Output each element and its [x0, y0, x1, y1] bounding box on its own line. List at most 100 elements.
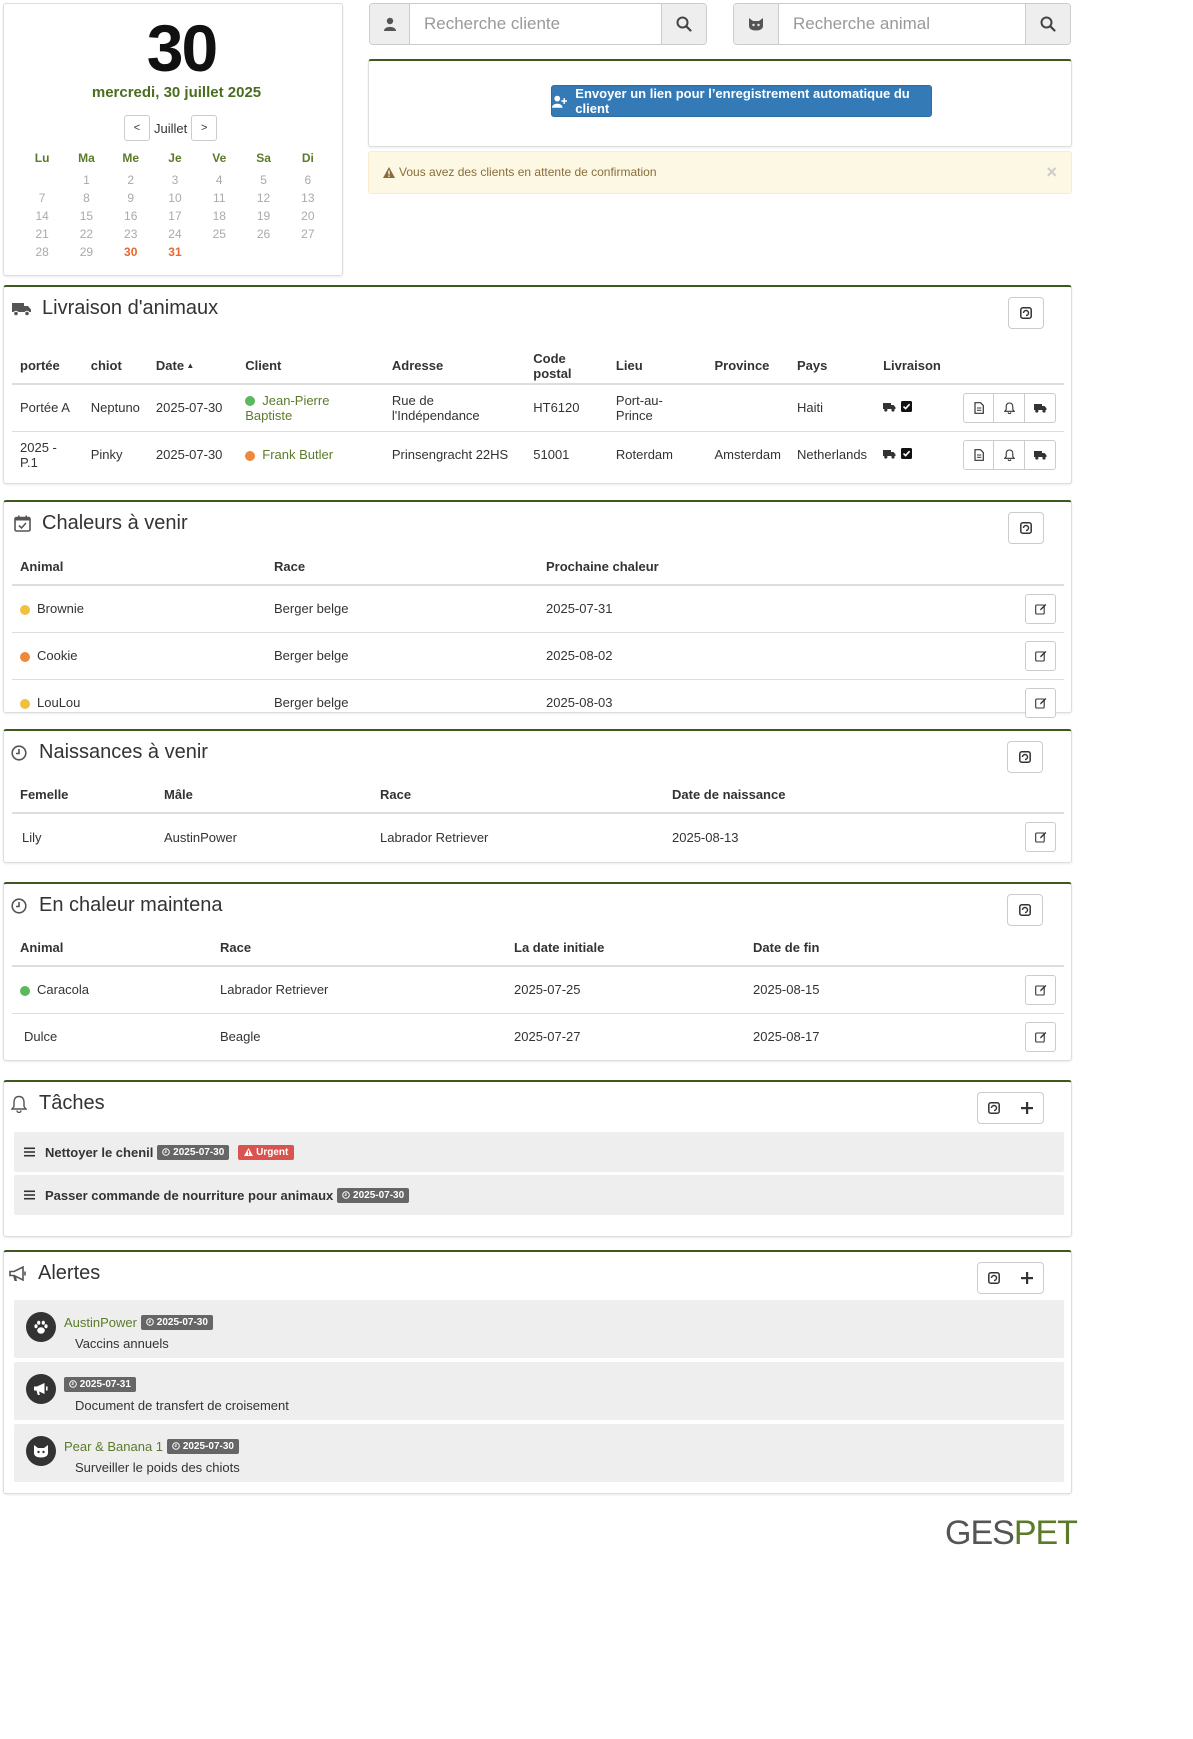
client-search-button[interactable]: [661, 4, 706, 44]
calendar-day[interactable]: 11: [197, 191, 241, 209]
in-heat-refresh-button[interactable]: [1007, 894, 1043, 926]
task-item[interactable]: Passer commande de nourriture pour anima…: [14, 1175, 1064, 1215]
calendar-day[interactable]: 29: [64, 245, 108, 263]
col-header[interactable]: portée: [12, 348, 83, 385]
col-header[interactable]: Race: [266, 549, 538, 586]
col-header[interactable]: Client: [237, 348, 384, 385]
calendar-day[interactable]: 25: [197, 227, 241, 245]
edit-button[interactable]: [1025, 1021, 1056, 1052]
calendar-day[interactable]: 21: [20, 227, 64, 245]
calendar-day[interactable]: 8: [64, 191, 108, 209]
client-search-input[interactable]: [410, 4, 661, 44]
calendar-day[interactable]: 20: [286, 209, 330, 227]
col-header[interactable]: Prochaine chaleur: [538, 549, 1016, 586]
calendar-day[interactable]: 18: [197, 209, 241, 227]
col-header[interactable]: Date de fin: [745, 930, 1016, 967]
close-alert-button[interactable]: ×: [1046, 162, 1057, 183]
calendar-day[interactable]: 16: [109, 209, 153, 227]
calendar-day[interactable]: 28: [20, 245, 64, 263]
edit-button[interactable]: [1025, 640, 1056, 671]
calendar-day[interactable]: 7: [20, 191, 64, 209]
calendar-day[interactable]: 19: [241, 209, 285, 227]
col-header[interactable]: Livraison: [875, 348, 955, 385]
calendar-day[interactable]: 15: [64, 209, 108, 227]
calendar-day[interactable]: 31: [153, 245, 197, 263]
client-link[interactable]: Jean-Pierre Baptiste: [245, 393, 329, 423]
alert-item[interactable]: 2025-07-31 Document de transfert de crois…: [14, 1362, 1064, 1420]
reminder-button[interactable]: [994, 439, 1025, 470]
col-header[interactable]: La date initiale: [506, 930, 745, 967]
edit-button[interactable]: [1025, 822, 1056, 852]
calendar-day-empty: [241, 245, 285, 263]
deliver-button[interactable]: [1025, 439, 1056, 470]
calendar-day[interactable]: 17: [153, 209, 197, 227]
edit-button[interactable]: [1025, 974, 1056, 1005]
alerts-refresh-button[interactable]: [977, 1262, 1011, 1294]
alerts-add-button[interactable]: [1010, 1262, 1044, 1294]
calendar-day[interactable]: 27: [286, 227, 330, 245]
edit-button[interactable]: [1025, 593, 1056, 624]
calendar-day[interactable]: 22: [64, 227, 108, 245]
alert-subject-link[interactable]: Pear & Banana 1: [64, 1439, 163, 1454]
alert-item[interactable]: Pear & Banana 1 2025-07-30 Surveiller le …: [14, 1424, 1064, 1482]
animal-search-button[interactable]: [1025, 4, 1070, 44]
tasks-add-button[interactable]: [1010, 1092, 1044, 1124]
calendar-weekday: Ve: [212, 151, 227, 165]
col-header[interactable]: Province: [706, 348, 789, 385]
col-header[interactable]: Race: [212, 930, 506, 967]
calendar-next-button[interactable]: >: [191, 115, 218, 141]
col-header[interactable]: Animal: [12, 930, 212, 967]
col-header[interactable]: chiot: [82, 348, 148, 385]
document-button[interactable]: [963, 439, 994, 470]
clock-icon: [69, 1380, 77, 1388]
calendar-day[interactable]: 24: [153, 227, 197, 245]
col-header[interactable]: Lieu: [607, 348, 707, 385]
alert-subject-link[interactable]: AustinPower: [64, 1315, 137, 1330]
calendar-day[interactable]: 30: [109, 245, 153, 263]
cell: Berger belge: [266, 585, 538, 632]
checkbox-checked-icon[interactable]: [901, 447, 913, 462]
calendar-day[interactable]: 26: [241, 227, 285, 245]
tasks-refresh-button[interactable]: [977, 1092, 1011, 1124]
births-refresh-button[interactable]: [1007, 741, 1043, 773]
col-header-sorted[interactable]: Date ▲: [147, 348, 238, 385]
calendar-day[interactable]: 2: [109, 173, 153, 191]
calendar-day[interactable]: 9: [109, 191, 153, 209]
calendar-day[interactable]: 5: [241, 173, 285, 191]
breed: Berger belge: [274, 601, 349, 617]
task-item[interactable]: Nettoyer le chenil 2025-07-30 Urgent: [14, 1132, 1064, 1172]
col-header[interactable]: Pays: [788, 348, 876, 385]
calendar-day[interactable]: 3: [153, 173, 197, 191]
alert-item[interactable]: AustinPower 2025-07-30 Vaccins annuels: [14, 1300, 1064, 1358]
calendar-prev-button[interactable]: <: [124, 115, 150, 141]
checkbox-checked-icon: [901, 401, 913, 413]
checkbox-checked-icon[interactable]: [901, 400, 913, 415]
province: Amsterdam: [714, 447, 781, 463]
col-header[interactable]: Adresse: [383, 348, 526, 385]
calendar-day[interactable]: 14: [20, 209, 64, 227]
document-button[interactable]: [963, 392, 994, 423]
calendar-day[interactable]: 23: [109, 227, 153, 245]
col-header[interactable]: Femelle: [12, 777, 156, 814]
calendar-day[interactable]: 12: [241, 191, 285, 209]
animal-search-input[interactable]: [779, 4, 1025, 44]
col-header[interactable]: Animal: [12, 549, 266, 586]
calendar-day[interactable]: 10: [153, 191, 197, 209]
col-header[interactable]: Mâle: [156, 777, 372, 814]
col-header[interactable]: Race: [372, 777, 664, 814]
calendar-day[interactable]: 6: [286, 173, 330, 191]
deliveries-refresh-button[interactable]: [1008, 297, 1044, 329]
col-header[interactable]: Code postal: [525, 348, 608, 385]
reminder-button[interactable]: [994, 392, 1025, 423]
heats-refresh-button[interactable]: [1008, 512, 1044, 544]
col-header[interactable]: Date de naissance: [664, 777, 1016, 814]
deliver-button[interactable]: [1025, 392, 1056, 423]
calendar-day[interactable]: 1: [64, 173, 108, 191]
calendar-day[interactable]: 4: [197, 173, 241, 191]
send-registration-link-button[interactable]: Envoyer un lien pour l’enregistrement au…: [551, 85, 932, 117]
edit-button[interactable]: [1025, 687, 1056, 718]
truck-icon: [1033, 403, 1046, 413]
pending-clients-alert: Vous avez des clients en attente de conf…: [368, 151, 1072, 194]
client-link[interactable]: Frank Butler: [262, 447, 333, 462]
calendar-day[interactable]: 13: [286, 191, 330, 209]
